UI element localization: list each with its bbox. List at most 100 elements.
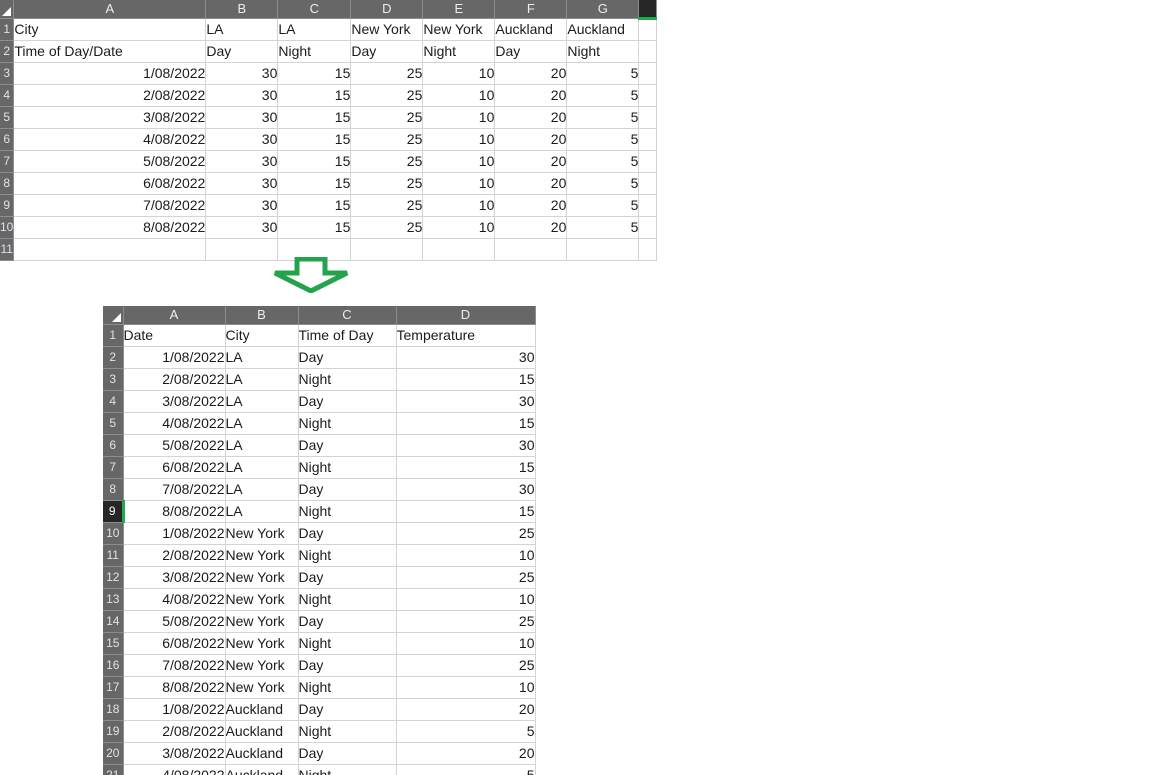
cell-D3[interactable]: 15 <box>396 368 536 391</box>
cell-C1[interactable]: LA <box>277 18 352 41</box>
cell-C18[interactable]: Day <box>298 698 397 721</box>
row-header-8[interactable]: 8 <box>0 172 15 195</box>
cell-B9[interactable]: 30 <box>205 194 279 217</box>
cell-B1[interactable]: LA <box>205 18 279 41</box>
cell-F4[interactable]: 20 <box>494 84 568 107</box>
cell-H5[interactable] <box>638 106 658 129</box>
cell-D18[interactable]: 20 <box>396 698 536 721</box>
row-header-11[interactable]: 11 <box>0 238 15 261</box>
cell-G6[interactable]: 5 <box>566 128 640 151</box>
cell-D9[interactable]: 15 <box>396 500 536 523</box>
cell-F2[interactable]: Day <box>494 40 568 63</box>
cell-C21[interactable]: Night <box>298 764 397 775</box>
cell-D5[interactable]: 15 <box>396 412 536 435</box>
cell-G2[interactable]: Night <box>566 40 640 63</box>
cell-D4[interactable]: 30 <box>396 390 536 413</box>
cell-D10[interactable]: 25 <box>396 522 536 545</box>
cell-H10[interactable] <box>638 216 658 239</box>
row-header-6[interactable]: 6 <box>0 128 15 151</box>
cell-C12[interactable]: Day <box>298 566 397 589</box>
row-header-1[interactable]: 1 <box>0 18 15 41</box>
cell-E2[interactable]: Night <box>422 40 496 63</box>
row-header-9[interactable]: 9 <box>103 500 125 523</box>
cell-F5[interactable]: 20 <box>494 106 568 129</box>
cell-E3[interactable]: 10 <box>422 62 496 85</box>
cell-A6[interactable]: 4/08/2022 <box>13 128 207 151</box>
cell-B8[interactable]: 30 <box>205 172 279 195</box>
cell-G3[interactable]: 5 <box>566 62 640 85</box>
cell-A5[interactable]: 3/08/2022 <box>13 106 207 129</box>
row-header-8[interactable]: 8 <box>103 478 124 501</box>
cell-F11[interactable] <box>494 238 568 261</box>
column-header-selected-stub[interactable] <box>638 0 658 20</box>
cell-E6[interactable]: 10 <box>422 128 496 151</box>
cell-C1[interactable]: Time of Day <box>298 324 397 347</box>
cell-A15[interactable]: 6/08/2022 <box>123 632 226 655</box>
cell-A10[interactable]: 8/08/2022 <box>13 216 207 239</box>
cell-E1[interactable]: New York <box>422 18 496 41</box>
cell-D10[interactable]: 25 <box>350 216 424 239</box>
cell-B1[interactable]: City <box>225 324 299 347</box>
cell-D2[interactable]: Day <box>350 40 424 63</box>
cell-B15[interactable]: New York <box>225 632 299 655</box>
column-header-c[interactable]: C <box>277 0 352 19</box>
cell-C5[interactable]: Night <box>298 412 397 435</box>
cell-B3[interactable]: LA <box>225 368 299 391</box>
cell-H2[interactable] <box>638 40 658 63</box>
cell-A11[interactable] <box>13 238 207 261</box>
row-header-15[interactable]: 15 <box>103 632 124 655</box>
row-header-20[interactable]: 20 <box>103 742 124 765</box>
cell-D11[interactable] <box>350 238 424 261</box>
cell-C3[interactable]: 15 <box>277 62 352 85</box>
cell-D1[interactable]: New York <box>350 18 424 41</box>
cell-A3[interactable]: 2/08/2022 <box>123 368 226 391</box>
column-header-e[interactable]: E <box>422 0 496 19</box>
cell-D14[interactable]: 25 <box>396 610 536 633</box>
cell-F6[interactable]: 20 <box>494 128 568 151</box>
cell-G9[interactable]: 5 <box>566 194 640 217</box>
row-header-3[interactable]: 3 <box>0 62 15 85</box>
cell-G7[interactable]: 5 <box>566 150 640 173</box>
cell-D13[interactable]: 10 <box>396 588 536 611</box>
cell-C3[interactable]: Night <box>298 368 397 391</box>
cell-C8[interactable]: Day <box>298 478 397 501</box>
cell-A7[interactable]: 6/08/2022 <box>123 456 226 479</box>
cell-D5[interactable]: 25 <box>350 106 424 129</box>
select-all-corner-icon[interactable] <box>0 0 15 19</box>
cell-D12[interactable]: 25 <box>396 566 536 589</box>
cell-A1[interactable]: City <box>13 18 207 41</box>
column-header-c[interactable]: C <box>298 306 397 325</box>
cell-C16[interactable]: Day <box>298 654 397 677</box>
row-header-18[interactable]: 18 <box>103 698 124 721</box>
cell-B4[interactable]: 30 <box>205 84 279 107</box>
column-header-a[interactable]: A <box>123 306 226 325</box>
cell-B10[interactable]: 30 <box>205 216 279 239</box>
row-header-1[interactable]: 1 <box>103 324 124 347</box>
cell-A14[interactable]: 5/08/2022 <box>123 610 226 633</box>
cell-E9[interactable]: 10 <box>422 194 496 217</box>
cell-H3[interactable] <box>638 62 658 85</box>
column-header-b[interactable]: B <box>225 306 299 325</box>
cell-D2[interactable]: 30 <box>396 346 536 369</box>
row-header-14[interactable]: 14 <box>103 610 124 633</box>
cell-B9[interactable]: LA <box>225 500 299 523</box>
cell-D8[interactable]: 30 <box>396 478 536 501</box>
column-header-f[interactable]: F <box>494 0 568 19</box>
cell-H6[interactable] <box>638 128 658 151</box>
cell-B20[interactable]: Auckland <box>225 742 299 765</box>
cell-B21[interactable]: Auckland <box>225 764 299 775</box>
cell-B5[interactable]: 30 <box>205 106 279 129</box>
cell-A10[interactable]: 1/08/2022 <box>123 522 226 545</box>
cell-D1[interactable]: Temperature <box>396 324 536 347</box>
cell-C4[interactable]: Day <box>298 390 397 413</box>
cell-A4[interactable]: 2/08/2022 <box>13 84 207 107</box>
row-header-21[interactable]: 21 <box>103 764 124 775</box>
cell-D21[interactable]: 5 <box>396 764 536 775</box>
cell-D16[interactable]: 25 <box>396 654 536 677</box>
cell-C19[interactable]: Night <box>298 720 397 743</box>
cell-B17[interactable]: New York <box>225 676 299 699</box>
cell-H8[interactable] <box>638 172 658 195</box>
cell-B6[interactable]: LA <box>225 434 299 457</box>
cell-D8[interactable]: 25 <box>350 172 424 195</box>
cell-C6[interactable]: Day <box>298 434 397 457</box>
